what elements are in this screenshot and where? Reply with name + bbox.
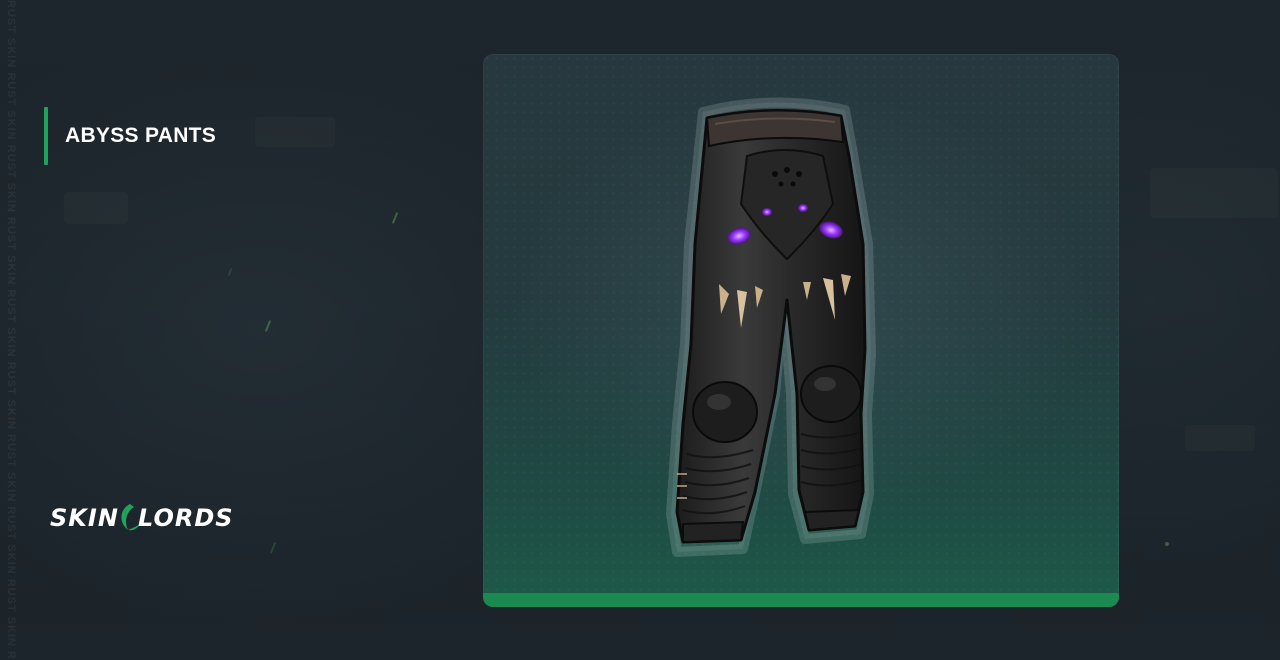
skinlords-logo-wordmark: SKIN LORDS (50, 504, 234, 532)
abyss-pants-image (666, 97, 876, 557)
blurred-background-block (64, 192, 128, 224)
item-title-block: ABYSS PANTS (44, 107, 216, 165)
watermark-edge-text: RUST SKIN RUST SKIN RUST SKIN RUST SKIN … (5, 0, 17, 660)
decorative-spark (269, 542, 277, 554)
decorative-spark (1164, 541, 1170, 547)
decorative-spark (227, 267, 233, 277)
blurred-background-block (1185, 425, 1255, 451)
svg-text:SKIN: SKIN (50, 504, 119, 532)
item-title: ABYSS PANTS (65, 124, 217, 147)
decorative-spark (264, 320, 272, 332)
blurred-background-block (255, 117, 335, 147)
svg-text:LORDS: LORDS (138, 504, 234, 532)
title-accent-bar (44, 107, 48, 165)
page-background: RUST SKIN RUST SKIN RUST SKIN RUST SKIN … (0, 0, 1280, 660)
skinlords-logo: SKIN LORDS (50, 497, 245, 537)
card-rarity-strip (483, 593, 1119, 607)
blurred-background-block (1150, 168, 1278, 218)
item-preview-card (483, 54, 1119, 607)
decorative-spark (391, 212, 399, 224)
